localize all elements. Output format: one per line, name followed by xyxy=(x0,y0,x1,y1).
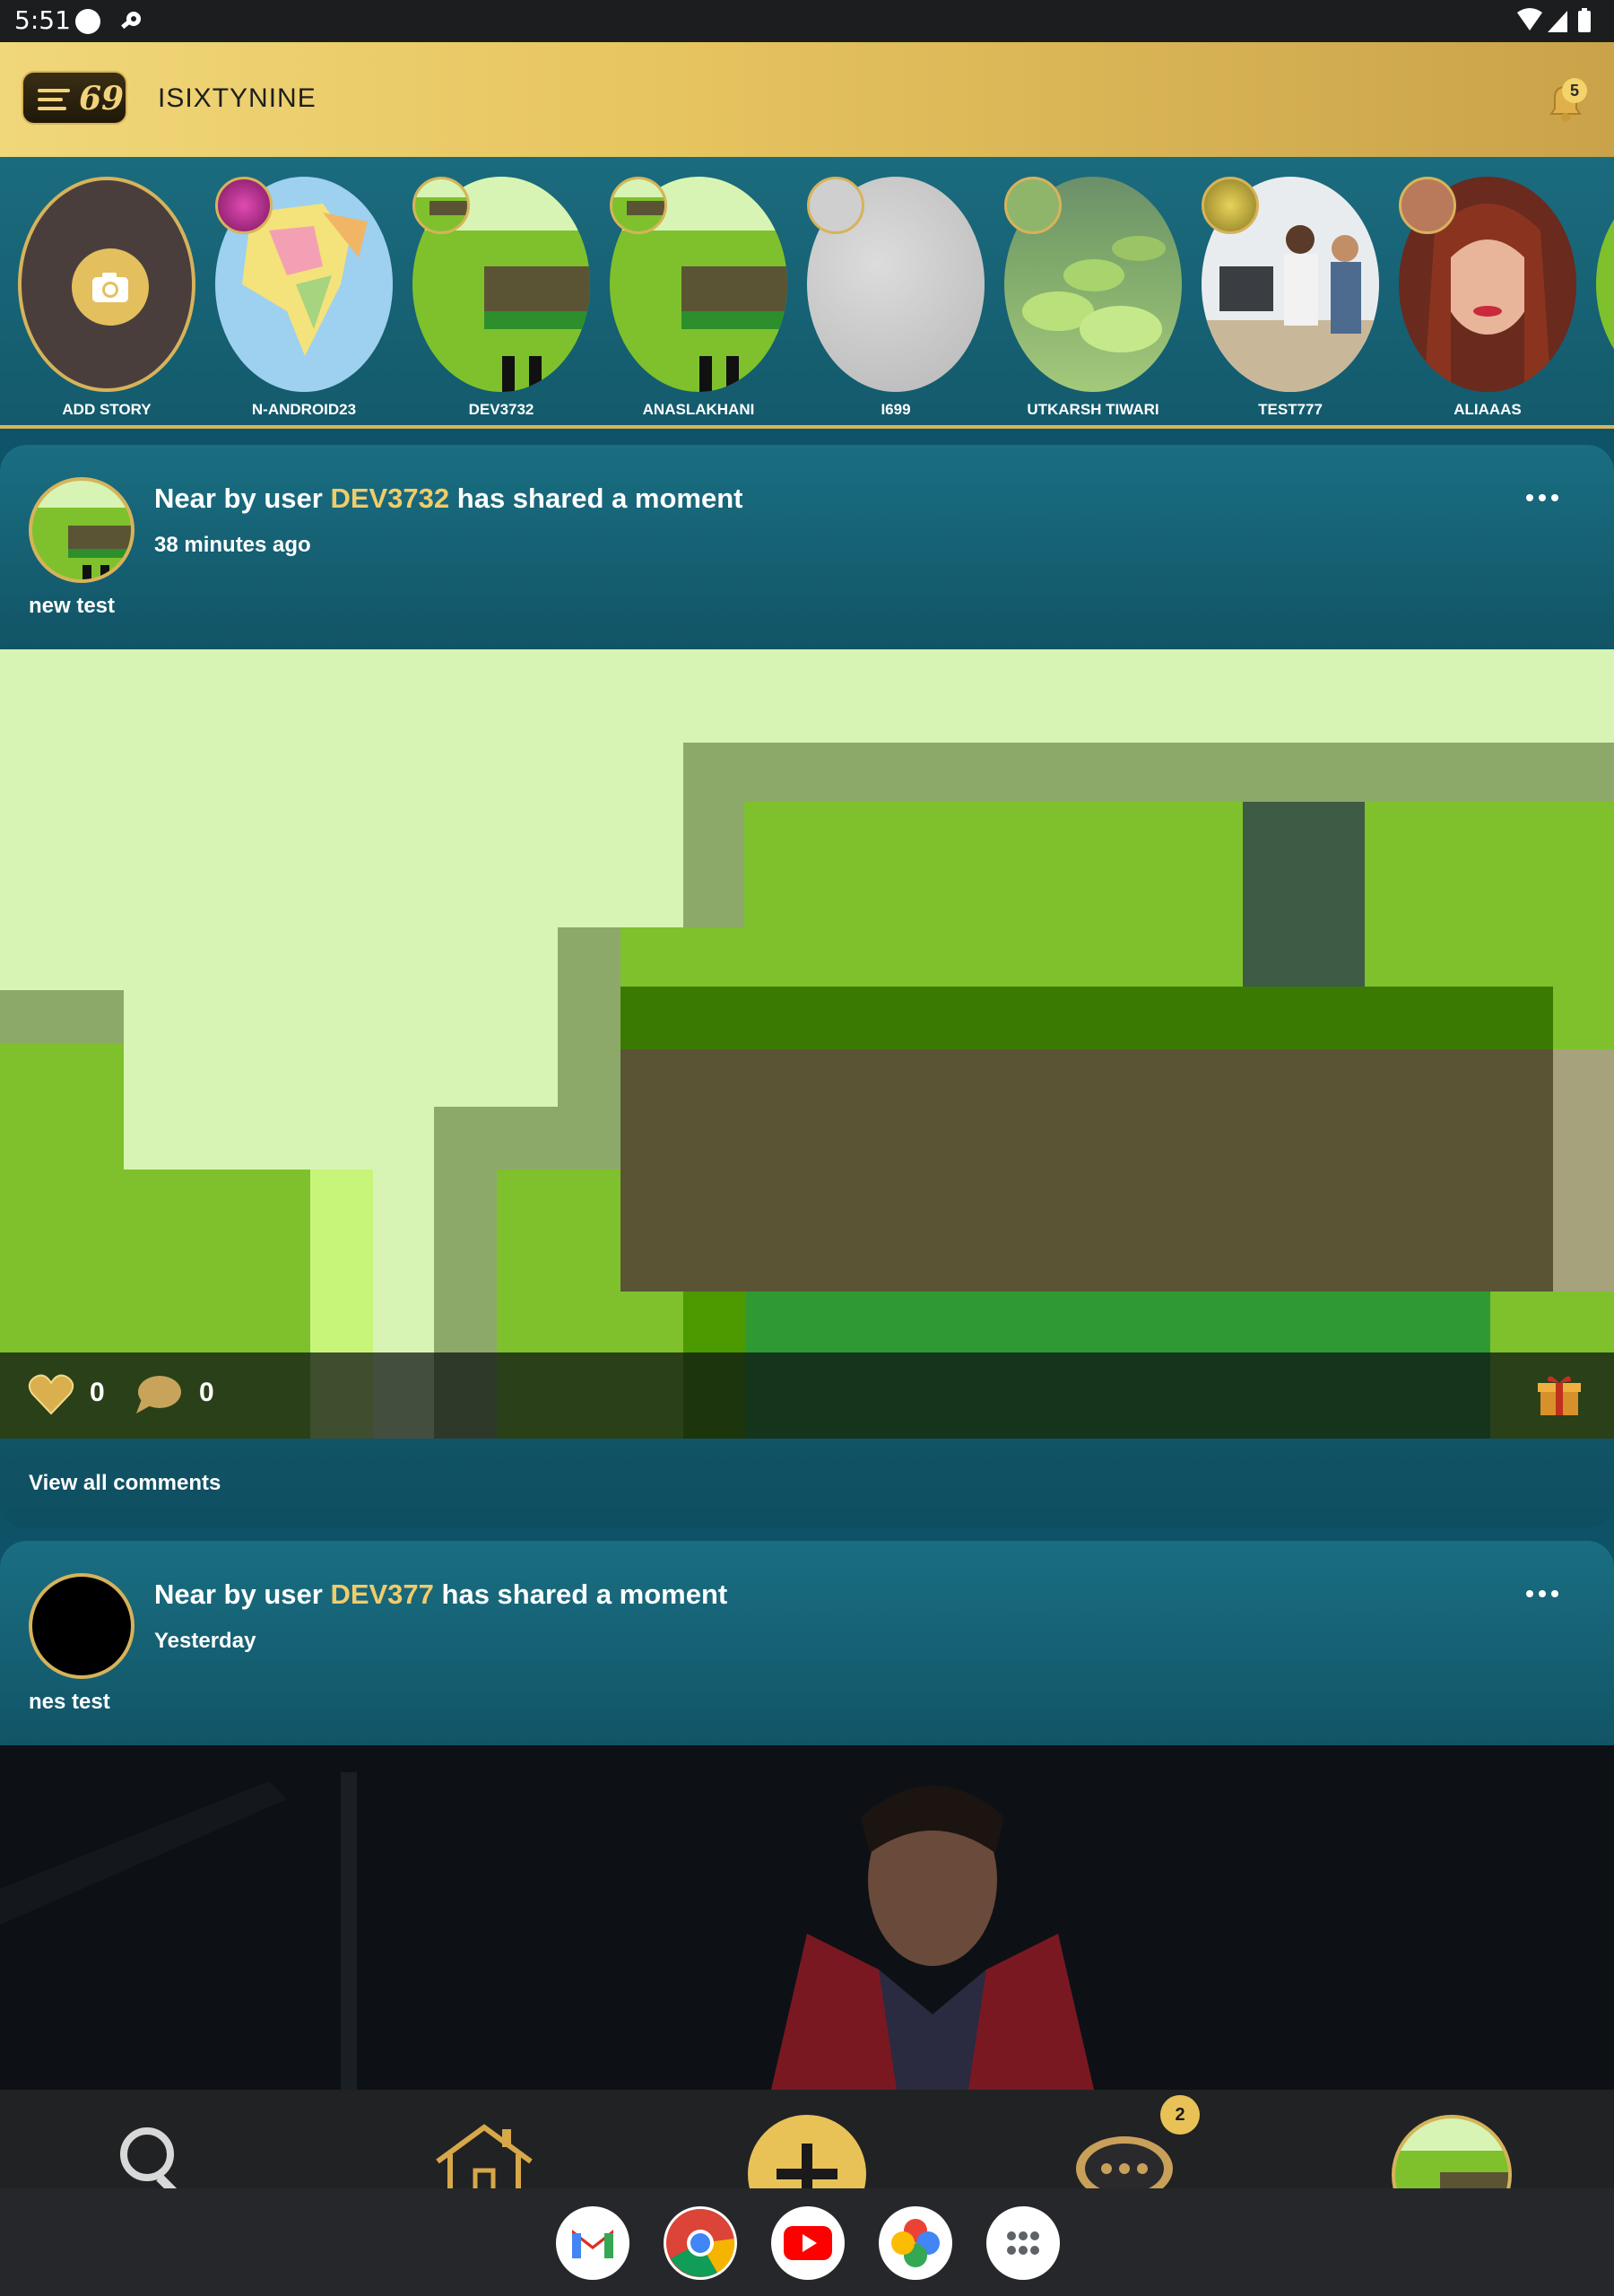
youtube-icon[interactable] xyxy=(771,2206,845,2280)
post-title: Near by user DEV3732 has shared a moment xyxy=(154,483,743,515)
post-username-link[interactable]: DEV377 xyxy=(330,1578,433,1610)
story-label: I699 xyxy=(881,401,911,418)
post-title: Near by user DEV377 has shared a moment xyxy=(154,1578,727,1611)
gift-icon[interactable] xyxy=(1535,1372,1584,1417)
key-icon xyxy=(121,12,141,30)
story-item[interactable] xyxy=(215,177,393,401)
system-dock xyxy=(0,2188,1614,2296)
post-timestamp: 38 minutes ago xyxy=(154,533,311,557)
post-author-avatar[interactable] xyxy=(29,1573,134,1679)
story-label: DEV3732 xyxy=(468,401,534,418)
post-caption: nes test xyxy=(29,1690,110,1714)
post-author-avatar[interactable] xyxy=(29,477,134,583)
app-root: 5:51 69 ISIXTYNINE 5 ADD STORY N-ANDROID… xyxy=(0,0,1614,2296)
story-label: TEST777 xyxy=(1258,401,1323,418)
comment-bubble-icon[interactable] xyxy=(134,1372,183,1417)
more-options-icon[interactable] xyxy=(1524,491,1560,504)
app-title: ISIXTYNINE xyxy=(158,83,317,113)
battery-icon xyxy=(1578,11,1591,32)
story-item[interactable] xyxy=(807,177,985,401)
post-title-prefix: Near by user xyxy=(154,483,331,514)
chat-icon[interactable] xyxy=(1072,2124,1189,2188)
post-image[interactable] xyxy=(0,649,1614,1439)
view-all-comments-link[interactable]: View all comments xyxy=(29,1471,221,1496)
like-count: 0 xyxy=(90,1378,105,1407)
comment-count: 0 xyxy=(199,1378,214,1407)
story-thumbnail xyxy=(1596,177,1614,392)
story-user-avatar xyxy=(1004,177,1062,234)
post-card-header: Near by user DEV3732 has shared a moment… xyxy=(0,445,1614,649)
profile-button[interactable] xyxy=(1392,2115,1512,2188)
photos-icon[interactable] xyxy=(879,2206,952,2280)
home-icon[interactable] xyxy=(430,2122,538,2188)
story-label-add: ADD STORY xyxy=(62,401,152,418)
story-item[interactable] xyxy=(610,177,787,401)
story-label: N-ANDROID23 xyxy=(251,401,357,418)
like-heart-icon[interactable] xyxy=(27,1372,75,1417)
chrome-icon[interactable] xyxy=(664,2206,737,2280)
story-item[interactable] xyxy=(1202,177,1379,401)
story-label: ALIAAAS xyxy=(1453,401,1522,418)
gmail-icon[interactable] xyxy=(556,2206,629,2280)
post-title-suffix: has shared a moment xyxy=(433,1578,728,1610)
post-username-link[interactable]: DEV3732 xyxy=(330,483,449,514)
chat-unread-badge: 2 xyxy=(1160,2095,1200,2135)
stories-strip: ADD STORY N-ANDROID23 DEV3732 ANASLAKHAN… xyxy=(0,157,1614,429)
story-label: UTKARSH TIWARI xyxy=(1027,401,1159,418)
menu-icon xyxy=(38,89,70,110)
app-logo: 69 xyxy=(79,80,125,117)
story-item[interactable] xyxy=(1004,177,1182,401)
notifications-button[interactable]: 5 xyxy=(1542,78,1589,125)
status-bar: 5:51 xyxy=(0,0,1614,42)
bottom-navigation: 2 xyxy=(0,2090,1614,2188)
plus-icon xyxy=(777,2144,837,2188)
story-label: ANASLAKHANI xyxy=(642,401,755,418)
more-options-icon[interactable] xyxy=(1524,1587,1560,1600)
camera-button[interactable] xyxy=(72,248,149,326)
menu-button[interactable]: 69 xyxy=(22,71,127,125)
story-user-avatar xyxy=(412,177,470,234)
post-card-header: Near by user DEV377 has shared a moment … xyxy=(0,1541,1614,1745)
story-item[interactable] xyxy=(412,177,590,401)
notification-badge: 5 xyxy=(1562,78,1587,103)
app-drawer-icon[interactable] xyxy=(986,2206,1060,2280)
system-status-icons xyxy=(1517,8,1591,32)
post-timestamp: Yesterday xyxy=(154,1629,256,1653)
post-action-bar: 0 0 xyxy=(0,1352,1614,1439)
profile-avatar xyxy=(1395,2118,1508,2188)
story-item[interactable] xyxy=(1399,177,1576,401)
search-icon[interactable] xyxy=(113,2120,190,2188)
story-user-avatar xyxy=(610,177,667,234)
wifi-icon xyxy=(1517,8,1542,30)
status-time: 5:51 xyxy=(14,5,71,35)
post-image[interactable] xyxy=(0,1745,1614,2090)
story-user-avatar xyxy=(807,177,864,234)
post-title-prefix: Near by user xyxy=(154,1578,331,1610)
story-user-avatar xyxy=(1399,177,1456,234)
signal-icon xyxy=(1548,11,1567,32)
add-story-button[interactable] xyxy=(18,177,195,392)
post-caption: new test xyxy=(29,594,116,618)
camera-icon xyxy=(92,273,128,302)
create-post-button[interactable] xyxy=(748,2115,866,2188)
story-user-avatar xyxy=(215,177,273,234)
notification-dot-icon xyxy=(75,9,100,34)
story-item[interactable] xyxy=(1596,177,1614,401)
story-user-avatar xyxy=(1202,177,1259,234)
app-bar: 69 ISIXTYNINE 5 xyxy=(0,42,1614,157)
post-card-footer: View all comments xyxy=(0,1439,1614,1528)
post-title-suffix: has shared a moment xyxy=(449,483,743,514)
